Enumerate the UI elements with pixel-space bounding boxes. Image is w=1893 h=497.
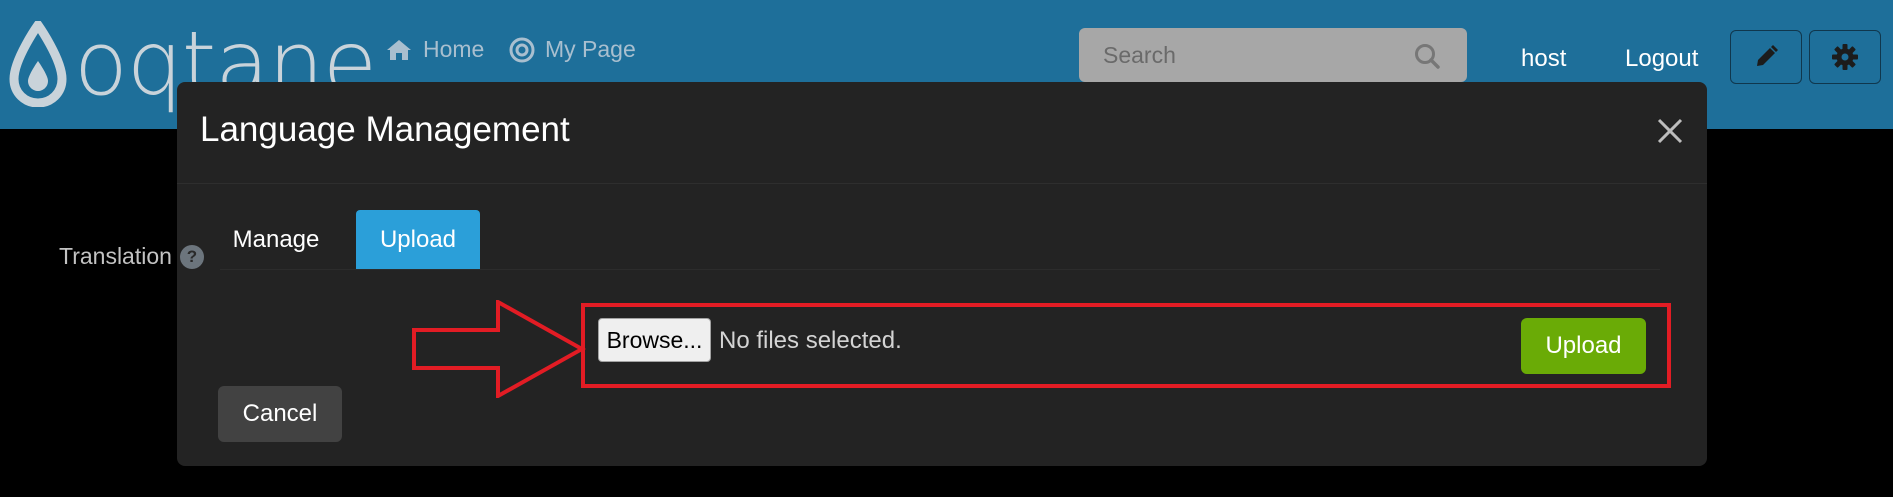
close-icon[interactable] bbox=[1656, 117, 1684, 145]
settings-button[interactable] bbox=[1809, 30, 1881, 84]
tab-upload[interactable]: Upload bbox=[356, 210, 480, 270]
tab-divider bbox=[220, 269, 1660, 270]
nav-my-page-link[interactable]: My Page bbox=[509, 36, 636, 63]
search-icon[interactable] bbox=[1413, 42, 1441, 70]
nav-home-label: Home bbox=[423, 36, 485, 62]
home-icon bbox=[387, 39, 411, 60]
file-status-text: No files selected. bbox=[719, 327, 902, 354]
translation-field-label: Translation ? bbox=[59, 243, 204, 270]
browse-button[interactable]: Browse... bbox=[598, 318, 711, 362]
tab-manage[interactable]: Manage bbox=[226, 210, 326, 270]
cancel-button[interactable]: Cancel bbox=[218, 386, 342, 442]
help-icon[interactable]: ? bbox=[179, 244, 204, 269]
pencil-icon bbox=[1757, 45, 1778, 66]
logo-drop-icon bbox=[9, 21, 67, 107]
language-management-modal: Language Management Manage Upload bbox=[177, 82, 1707, 466]
edit-mode-button[interactable] bbox=[1730, 30, 1802, 84]
nav-home-link[interactable]: Home bbox=[385, 36, 484, 63]
nav-my-page-label: My Page bbox=[545, 36, 636, 62]
translation-label: Translation bbox=[59, 243, 172, 269]
user-profile-link[interactable]: host bbox=[1521, 45, 1566, 73]
search-box bbox=[1079, 28, 1467, 82]
upload-button[interactable]: Upload bbox=[1521, 318, 1646, 374]
gear-icon bbox=[1832, 44, 1858, 70]
logout-link[interactable]: Logout bbox=[1625, 45, 1698, 73]
annotation-arrow-icon bbox=[412, 300, 586, 398]
modal-header-divider bbox=[177, 183, 1707, 184]
modal-title: Language Management bbox=[200, 110, 570, 149]
search-input[interactable] bbox=[1079, 40, 1405, 70]
target-icon bbox=[509, 37, 535, 62]
